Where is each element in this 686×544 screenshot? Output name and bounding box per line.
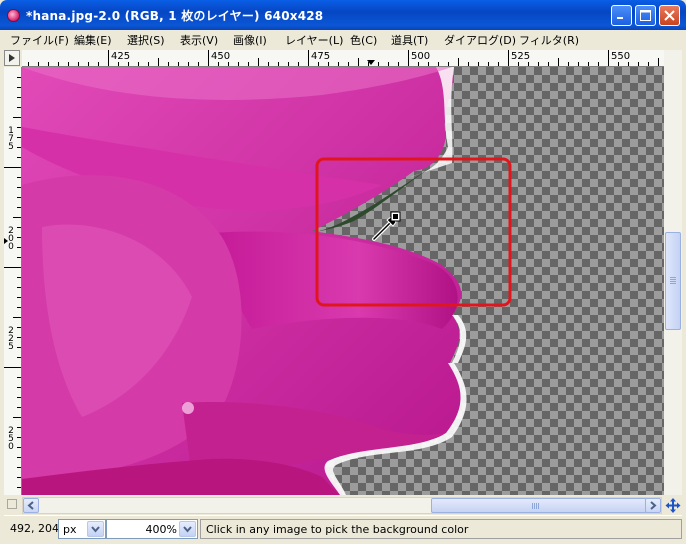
grip-icon <box>670 277 676 284</box>
vruler-label: 200 <box>8 226 14 252</box>
maximize-icon <box>640 10 651 21</box>
menu-select[interactable]: 選択(S) <box>127 32 165 48</box>
menu-bar: ファイル(F) 編集(E) 選択(S) 表示(V) 画像(I) レイヤー(L) … <box>4 30 682 49</box>
menu-edit[interactable]: 編集(E) <box>74 32 112 48</box>
menu-view[interactable]: 表示(V) <box>180 32 218 48</box>
vertical-scroll-thumb[interactable] <box>665 232 681 330</box>
scroll-right-button[interactable] <box>645 498 661 513</box>
chevron-down-icon <box>91 526 100 533</box>
dotted-square-icon <box>7 499 17 509</box>
vertical-scrollbar[interactable] <box>664 67 682 495</box>
scroll-left-button[interactable] <box>23 498 39 513</box>
minimize-icon <box>617 17 623 19</box>
status-bar: 492, 204 px 400% Click in any image to p… <box>4 515 682 540</box>
minimize-button[interactable] <box>611 5 632 26</box>
menu-dialogs[interactable]: ダイアログ(D) <box>444 32 516 48</box>
vruler-label: 225 <box>8 326 14 352</box>
menu-colors[interactable]: 色(C) <box>350 32 377 48</box>
quick-mask-icon[interactable] <box>6 498 18 510</box>
chevron-left-icon <box>27 501 34 510</box>
menu-filters[interactable]: フィルタ(R) <box>519 32 579 48</box>
title-bar[interactable]: *hana.jpg-2.0 (RGB, 1 枚のレイヤー) 640x428 <box>0 0 686 30</box>
horizontal-ruler[interactable]: 425 450 475 500 525 550 <box>22 50 664 67</box>
image-content <box>22 67 664 495</box>
menu-file[interactable]: ファイル(F) <box>10 32 69 48</box>
vruler-label: 175 <box>8 126 14 152</box>
navigation-button[interactable] <box>664 497 682 514</box>
chevron-down-icon <box>183 526 192 533</box>
hruler-label: 550 <box>611 51 631 62</box>
triangle-right-icon <box>9 54 15 62</box>
menu-image[interactable]: 画像(I) <box>233 32 267 48</box>
gimp-image-icon <box>7 9 20 22</box>
status-message-box: Click in any image to pick the backgroun… <box>200 519 682 539</box>
unit-value: px <box>63 523 77 536</box>
navigate-button[interactable] <box>664 50 682 67</box>
hruler-label: 450 <box>211 51 231 62</box>
image-menu-button[interactable] <box>4 50 20 66</box>
zoom-value: 400% <box>145 523 177 536</box>
vruler-label: 250 <box>8 426 14 452</box>
unit-dropdown-button[interactable] <box>87 521 104 537</box>
horizontal-scrollbar[interactable] <box>22 497 662 514</box>
close-button[interactable] <box>659 5 680 26</box>
window-title: *hana.jpg-2.0 (RGB, 1 枚のレイヤー) 640x428 <box>26 9 324 23</box>
pointer-coordinates: 492, 204 <box>10 522 59 535</box>
navigate-cross-icon <box>665 498 681 513</box>
unit-select[interactable]: px <box>58 519 106 539</box>
maximize-button[interactable] <box>635 5 656 26</box>
scroll-row <box>4 495 682 515</box>
zoom-select[interactable]: 400% <box>106 519 198 539</box>
hruler-label: 425 <box>111 51 131 62</box>
horizontal-scroll-thumb[interactable] <box>431 498 647 513</box>
chevron-right-icon <box>650 501 657 510</box>
menu-tools[interactable]: 道具(T) <box>391 32 428 48</box>
hruler-label: 525 <box>511 51 531 62</box>
hruler-label: 475 <box>311 51 331 62</box>
hruler-label: 500 <box>411 51 431 62</box>
vertical-ruler[interactable]: 175 200 225 250 <box>4 67 22 495</box>
zoom-dropdown-button[interactable] <box>179 521 196 537</box>
close-icon <box>664 10 675 21</box>
image-canvas[interactable] <box>22 67 664 495</box>
menu-layer[interactable]: レイヤー(L) <box>285 32 343 48</box>
status-message: Click in any image to pick the backgroun… <box>206 523 469 536</box>
